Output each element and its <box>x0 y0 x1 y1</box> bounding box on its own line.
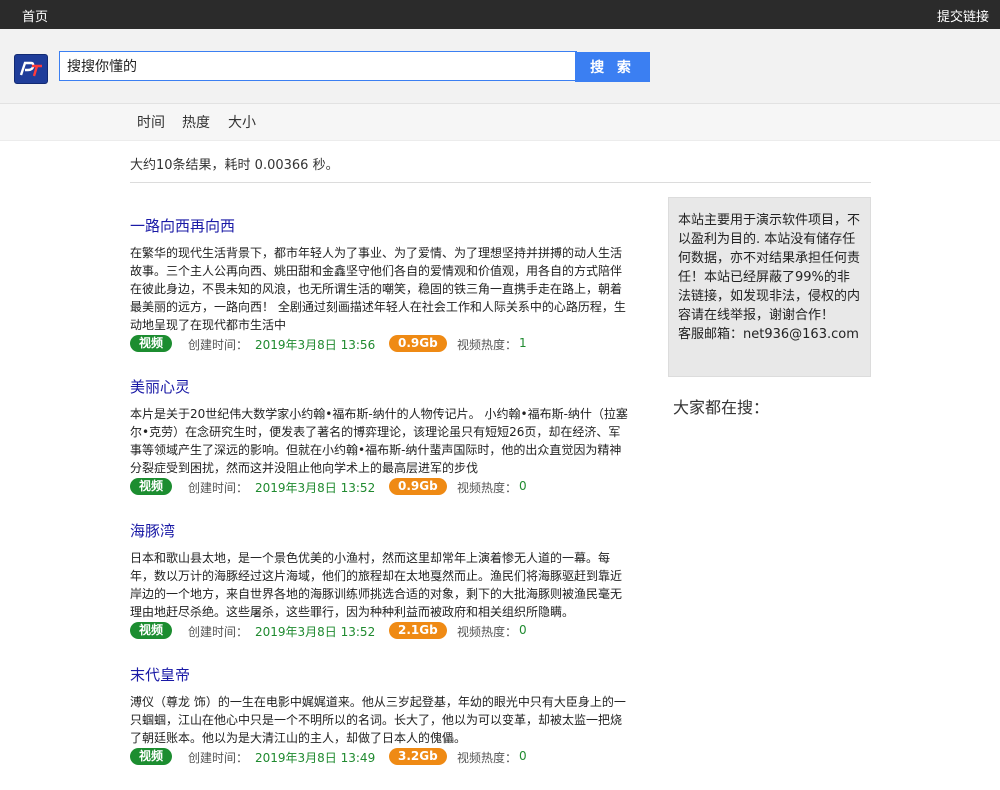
top-nav-bar: 首页 提交链接 <box>0 0 1000 29</box>
type-badge: 视频 <box>130 478 173 495</box>
submit-link[interactable]: 提交链接 <box>937 6 989 25</box>
result-meta: 视频 创建时间： 2019年3月8日 13:52 0.9Gb 视频热度： 0 <box>130 478 630 496</box>
heat-label: 视频热度： <box>457 338 518 352</box>
result-item: 一路向西再向西 在繁华的现代生活背景下，都市年轻人为了事业、为了爱情、为了理想坚… <box>130 216 630 353</box>
created-label: 创建时间： <box>188 751 249 765</box>
trending-heading: 大家都在搜： <box>673 398 770 417</box>
created-label: 创建时间： <box>188 625 249 639</box>
size-badge: 3.2Gb <box>389 748 447 765</box>
result-summary: 大约10条结果，耗时 0.00366 秒。 <box>130 158 339 173</box>
result-item: 美丽心灵 本片是关于20世纪伟大数学家小约翰•福布斯-纳什的人物传记片。 小约翰… <box>130 377 630 496</box>
created-time: 2019年3月8日 13:56 <box>255 338 376 352</box>
result-description: 本片是关于20世纪伟大数学家小约翰•福布斯-纳什的人物传记片。 小约翰•福布斯-… <box>130 407 628 475</box>
heat-label: 视频热度： <box>457 625 518 639</box>
result-title-link[interactable]: 美丽心灵 <box>130 377 630 397</box>
result-description: 溥仪（尊龙 饰）的一生在电影中娓娓道来。他从三岁起登基，年幼的眼光中只有大臣身上… <box>130 695 626 745</box>
heat-value: 1 <box>519 336 527 350</box>
type-badge: 视频 <box>130 622 173 639</box>
size-badge: 2.1Gb <box>389 622 447 639</box>
result-meta: 视频 创建时间： 2019年3月8日 13:56 0.9Gb 视频热度： 1 <box>130 335 630 353</box>
result-title-link[interactable]: 末代皇帝 <box>130 665 630 685</box>
result-description: 日本和歌山县太地，是一个景色优美的小渔村，然而这里却常年上演着惨无人道的一幕。每… <box>130 551 623 619</box>
result-item: 海豚湾 日本和歌山县太地，是一个景色优美的小渔村，然而这里却常年上演着惨无人道的… <box>130 521 630 640</box>
site-logo-icon[interactable] <box>14 54 48 84</box>
created-time: 2019年3月8日 13:52 <box>255 625 376 639</box>
heat-value: 0 <box>519 749 527 763</box>
result-title-link[interactable]: 一路向西再向西 <box>130 216 630 236</box>
heat-label: 视频热度： <box>457 751 518 765</box>
result-item: 末代皇帝 溥仪（尊龙 饰）的一生在电影中娓娓道来。他从三岁起登基，年幼的眼光中只… <box>130 665 630 766</box>
type-badge: 视频 <box>130 335 173 352</box>
result-meta: 视频 创建时间： 2019年3月8日 13:49 3.2Gb 视频热度： 0 <box>130 748 630 766</box>
size-badge: 0.9Gb <box>389 478 447 495</box>
created-label: 创建时间： <box>188 481 249 495</box>
size-badge: 0.9Gb <box>389 335 447 352</box>
search-button[interactable]: 搜 索 <box>575 52 650 82</box>
heat-value: 0 <box>519 479 527 493</box>
sort-by-size[interactable]: 大小 <box>228 112 256 132</box>
disclaimer-text: 本站主要用于演示软件项目，不以盈利为目的. 本站没有储存任何数据，亦不对结果承担… <box>678 213 861 323</box>
sort-by-popularity[interactable]: 热度 <box>182 112 210 132</box>
created-label: 创建时间： <box>188 338 249 352</box>
created-time: 2019年3月8日 13:52 <box>255 481 376 495</box>
result-meta: 视频 创建时间： 2019年3月8日 13:52 2.1Gb 视频热度： 0 <box>130 622 630 640</box>
sort-by-time[interactable]: 时间 <box>137 112 165 132</box>
heat-value: 0 <box>519 623 527 637</box>
sort-bar: 时间 热度 大小 <box>0 104 1000 141</box>
search-input[interactable] <box>59 51 577 81</box>
created-time: 2019年3月8日 13:49 <box>255 751 376 765</box>
result-title-link[interactable]: 海豚湾 <box>130 521 630 541</box>
result-description: 在繁华的现代生活背景下，都市年轻人为了事业、为了爱情、为了理想坚持并拼搏的动人生… <box>130 246 626 332</box>
divider <box>130 182 871 183</box>
disclaimer-box: 本站主要用于演示软件项目，不以盈利为目的. 本站没有储存任何数据，亦不对结果承担… <box>668 197 871 377</box>
home-link[interactable]: 首页 <box>22 6 48 25</box>
type-badge: 视频 <box>130 748 173 765</box>
search-header: 搜 索 <box>0 29 1000 104</box>
heat-label: 视频热度： <box>457 481 518 495</box>
contact-email: 客服邮箱：net936@163.com <box>678 327 859 342</box>
